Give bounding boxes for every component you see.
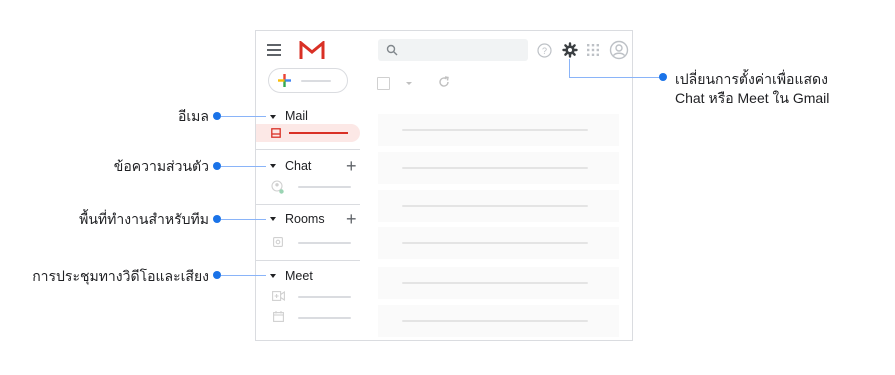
chat-add-icon[interactable]: + [346,157,357,175]
gmail-logo[interactable] [299,41,325,60]
compose-button[interactable] [268,68,348,93]
section-rooms-label[interactable]: Rooms [285,212,325,226]
callout-mail-dot [213,112,221,120]
section-chat-label[interactable]: Chat [285,159,311,173]
select-dropdown-icon[interactable] [406,82,412,85]
callout-chat-text: ข้อความส่วนตัว [113,158,209,174]
refresh-icon[interactable] [438,76,450,88]
callout-chat-line [221,166,266,167]
select-all-checkbox[interactable] [377,77,390,90]
callout-rooms-text: พื้นที่ทำงานสำหรับทีม [79,211,209,227]
callout-settings-text-line2: Chat หรือ Meet ใน Gmail [675,90,830,106]
inbox-item[interactable] [256,124,360,142]
new-meeting-icon [272,291,285,301]
callout-chat-dot [213,162,221,170]
callout-rooms-dot [213,215,221,223]
callout-meet-line [221,275,266,276]
mail-caret-icon[interactable] [270,115,276,119]
inbox-icon [271,128,281,138]
chat-caret-icon[interactable] [270,164,276,168]
message-row[interactable] [378,114,619,146]
callout-rooms-line [221,219,266,220]
section-mail-label[interactable]: Mail [285,109,308,123]
callout-settings-dot [659,73,667,81]
callout-settings-line [569,77,661,78]
calendar-icon [273,311,284,322]
apps-grid-icon[interactable] [587,44,599,56]
message-row[interactable] [378,267,619,299]
room-icon [273,237,283,247]
callout-mail-text: อีเมล [177,108,209,124]
rooms-caret-icon[interactable] [270,217,276,221]
gear-icon[interactable] [562,42,578,58]
callout-mail-line [221,116,266,117]
search-input[interactable] [378,39,528,61]
message-row[interactable] [378,152,619,184]
message-row[interactable] [378,190,619,222]
plus-icon [278,74,291,87]
meet-caret-icon[interactable] [270,274,276,278]
account-icon[interactable] [609,40,629,60]
section-meet-label[interactable]: Meet [285,269,313,283]
callout-settings-vline [569,59,570,78]
svg-text:?: ? [542,46,547,56]
callout-meet-text: การประชุมทางวิดีโอและเสียง [32,268,209,284]
message-row[interactable] [378,227,619,259]
hamburger-icon[interactable] [267,44,281,56]
search-icon [386,44,398,56]
help-icon[interactable]: ? [537,43,552,58]
contact-avatar-icon [271,180,284,194]
rooms-add-icon[interactable]: + [346,210,357,228]
message-row[interactable] [378,305,619,337]
callout-meet-dot [213,271,221,279]
